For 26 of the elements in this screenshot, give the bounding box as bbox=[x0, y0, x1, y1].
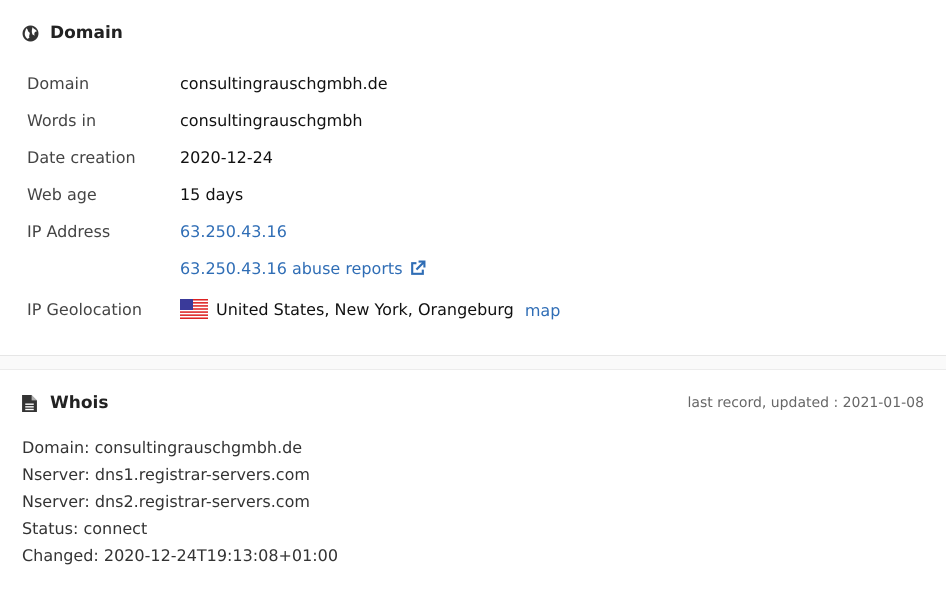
globe-icon bbox=[22, 24, 39, 42]
field-value: consultingrauschgmbh bbox=[180, 111, 362, 130]
flag-icon bbox=[180, 299, 208, 319]
section-title: Whois bbox=[50, 393, 108, 413]
field-value: consultingrauschgmbh.de bbox=[180, 74, 388, 93]
field-label: IP Address bbox=[27, 222, 110, 241]
whois-line: Domain: consultingrauschgmbh.de bbox=[22, 437, 304, 459]
section-title: Domain bbox=[50, 23, 123, 43]
map-link[interactable]: map bbox=[524, 301, 560, 320]
whois-line: Nserver: dns1.registrar-servers.com bbox=[22, 464, 311, 486]
geolocation-value: United States, New York, Orangeburg bbox=[216, 300, 514, 318]
field-label: Web age bbox=[27, 185, 97, 204]
field-label: Domain bbox=[27, 74, 90, 93]
whois-line: Status: connect bbox=[22, 518, 148, 540]
field-label: Date creation bbox=[27, 148, 136, 167]
external-link-icon bbox=[408, 260, 426, 277]
ip-link[interactable]: 63.250.43.16 bbox=[180, 222, 287, 241]
whois-line: Nserver: dns2.registrar-servers.com bbox=[22, 491, 311, 513]
abuse-reports-link[interactable]: 63.250.43.16 abuse reports bbox=[180, 259, 403, 278]
field-label: IP Geolocation bbox=[27, 300, 142, 318]
last-updated-text: last record, updated : 2021-01-08 bbox=[687, 395, 924, 411]
field-value: 15 days bbox=[180, 185, 244, 204]
document-icon bbox=[22, 394, 37, 412]
field-value: 2020-12-24 bbox=[180, 148, 273, 167]
field-label: Words in bbox=[27, 111, 96, 130]
whois-line: Changed: 2020-12-24T19:13:08+01:00 bbox=[22, 545, 340, 567]
